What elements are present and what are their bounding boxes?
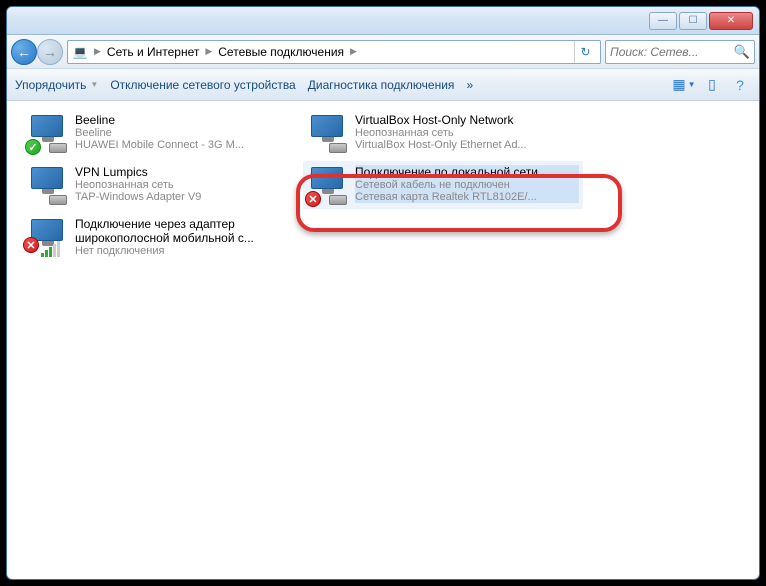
connection-item[interactable]: VirtualBox Host-Only Network Неопознанна… [303,109,583,157]
connection-name: Beeline [75,113,299,127]
connection-icon [27,217,67,257]
explorer-window: — ☐ ✕ ← → 💻 ▶ Сеть и Интернет ▶ Сетевые … [6,6,760,580]
status-error-icon [305,191,321,207]
connection-icon [307,113,347,153]
chevron-right-icon: ▶ [92,46,103,57]
chevron-right-icon: ▶ [203,46,214,57]
connection-device: VirtualBox Host-Only Ethernet Ad... [355,139,579,151]
connection-item-selected[interactable]: Подключение по локальной сети Сетевой ка… [303,161,583,209]
connection-device: Сетевая карта Realtek RTL8102E/... [355,191,579,203]
organize-button[interactable]: Упорядочить ▼ [15,78,98,92]
network-folder-icon: 💻 [72,44,88,60]
disable-device-button[interactable]: Отключение сетевого устройства [110,78,295,92]
connection-device: TAP-Windows Adapter V9 [75,191,299,203]
search-icon: 🔍 [734,44,750,60]
signal-bars-icon [41,241,60,257]
view-options-button[interactable]: ▦▼ [673,74,695,96]
chevron-right-icon: ▶ [348,46,359,57]
refresh-button[interactable]: ↻ [574,41,596,63]
connection-icon [27,113,67,153]
preview-pane-button[interactable]: ▯ [701,74,723,96]
titlebar: — ☐ ✕ [7,7,759,35]
address-bar[interactable]: 💻 ▶ Сеть и Интернет ▶ Сетевые подключени… [67,40,601,64]
navigation-bar: ← → 💻 ▶ Сеть и Интернет ▶ Сетевые подклю… [7,35,759,69]
connection-status: Нет подключения [75,245,299,257]
breadcrumb-segment[interactable]: Сетевые подключения [218,45,344,59]
connection-status: Сетевой кабель не подключен [355,179,579,191]
breadcrumb-segment[interactable]: Сеть и Интернет [107,45,199,59]
more-button[interactable]: » [466,78,473,92]
search-box[interactable]: 🔍 [605,40,755,64]
minimize-button[interactable]: — [649,12,677,30]
connection-name: Подключение через адаптер широкополосной… [75,217,299,245]
content-area: Beeline Beeline HUAWEI Mobile Connect - … [7,101,759,273]
connection-device: HUAWEI Mobile Connect - 3G M... [75,139,299,151]
status-ok-icon [25,139,41,155]
connection-status: Неопознанная сеть [75,179,299,191]
close-button[interactable]: ✕ [709,12,753,30]
back-button[interactable]: ← [11,39,37,65]
connection-name: VirtualBox Host-Only Network [355,113,579,127]
search-input[interactable] [610,45,734,59]
forward-button[interactable]: → [37,39,63,65]
connection-icon [27,165,67,205]
diagnose-button[interactable]: Диагностика подключения [308,78,455,92]
connection-name: Подключение по локальной сети [355,165,579,179]
connection-item[interactable]: Beeline Beeline HUAWEI Mobile Connect - … [23,109,303,157]
connection-status: Beeline [75,127,299,139]
maximize-button[interactable]: ☐ [679,12,707,30]
connection-status: Неопознанная сеть [355,127,579,139]
chevron-down-icon: ▼ [90,80,98,89]
connection-item[interactable]: VPN Lumpics Неопознанная сеть TAP-Window… [23,161,303,209]
status-error-icon [23,237,39,253]
connection-item[interactable]: Подключение через адаптер широкополосной… [23,213,303,261]
toolbar: Упорядочить ▼ Отключение сетевого устрой… [7,69,759,101]
connection-name: VPN Lumpics [75,165,299,179]
help-button[interactable]: ? [729,74,751,96]
connection-icon [307,165,347,205]
